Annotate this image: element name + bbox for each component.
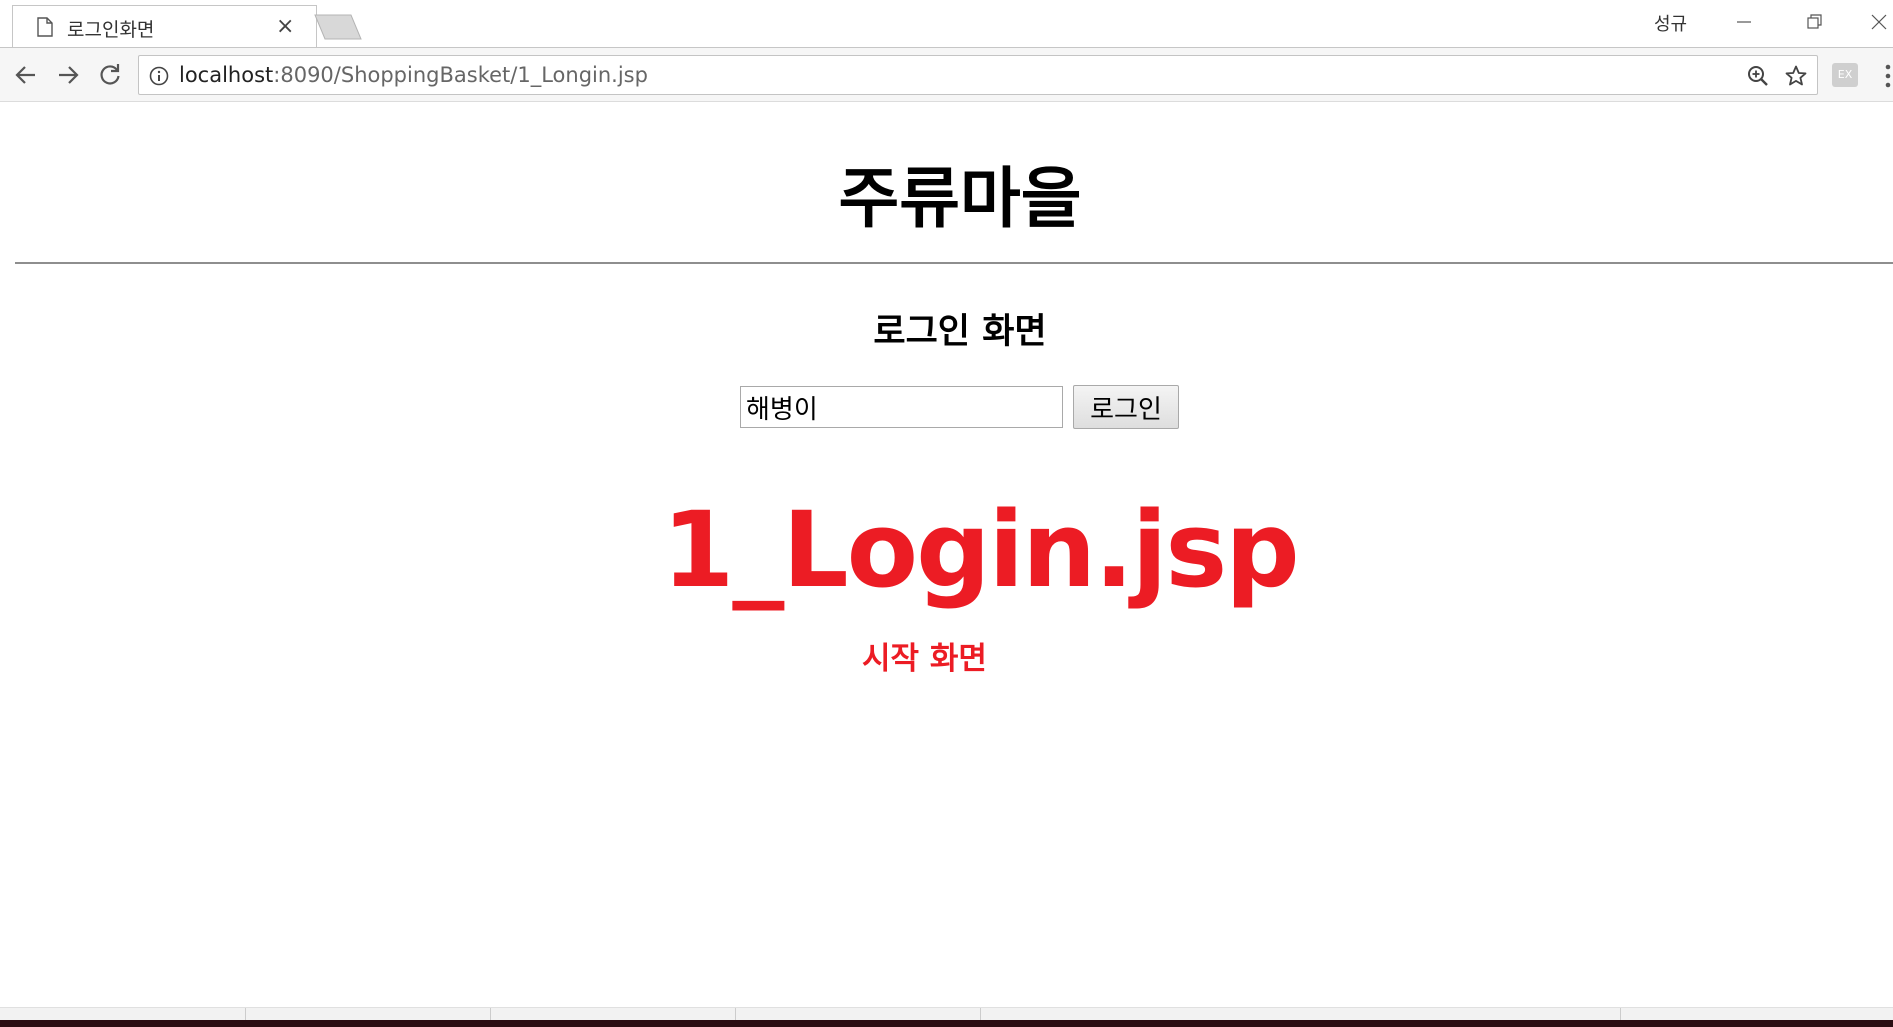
new-tab-button[interactable] <box>313 14 363 40</box>
taskbar <box>0 1007 1893 1027</box>
url-text[interactable]: localhost:8090/ShoppingBasket/1_Longin.j… <box>179 63 648 87</box>
site-title: 주류마을 <box>838 160 1082 237</box>
url-path: :8090/ShoppingBasket/1_Longin.jsp <box>273 63 648 87</box>
taskbar-divider <box>490 1008 491 1020</box>
username-input[interactable] <box>740 386 1063 428</box>
overlay-caption: 시작 화면 <box>862 641 987 677</box>
taskbar-divider <box>1620 1008 1621 1020</box>
profile-name[interactable]: 성규 <box>1654 10 1687 36</box>
forward-arrow-icon[interactable] <box>54 61 82 89</box>
back-arrow-icon[interactable] <box>12 61 40 89</box>
tab-close-icon[interactable]: × <box>276 14 294 39</box>
browser-title-bar: 로그인화면 × 성규 <box>0 0 1893 47</box>
taskbar-divider <box>245 1008 246 1020</box>
extension-icon[interactable]: EX <box>1832 63 1858 87</box>
horizontal-rule <box>15 262 1893 264</box>
page-content: 주류마을 로그인 화면 로그인 1_Login.jsp 시작 화면 <box>0 103 1893 1007</box>
bookmark-star-icon[interactable] <box>1784 64 1808 88</box>
overlay-filename: 1_Login.jsp <box>662 489 1300 611</box>
menu-dots-icon[interactable] <box>1885 63 1891 89</box>
info-icon[interactable] <box>149 66 169 86</box>
restore-icon[interactable] <box>1802 10 1826 34</box>
zoom-icon[interactable] <box>1746 64 1770 88</box>
window-close-icon[interactable] <box>1867 10 1891 34</box>
browser-tab[interactable]: 로그인화면 × <box>12 5 317 47</box>
address-bar[interactable]: localhost:8090/ShoppingBasket/1_Longin.j… <box>138 55 1818 95</box>
browser-toolbar: localhost:8090/ShoppingBasket/1_Longin.j… <box>0 47 1893 102</box>
taskbar-divider <box>980 1008 981 1020</box>
minimize-icon[interactable] <box>1732 10 1756 34</box>
tab-title: 로그인화면 <box>67 19 155 41</box>
taskbar-divider <box>735 1008 736 1020</box>
page-icon <box>37 17 53 37</box>
url-host: localhost <box>179 63 274 87</box>
login-button[interactable]: 로그인 <box>1073 385 1179 429</box>
reload-icon[interactable] <box>96 61 124 89</box>
login-heading: 로그인 화면 <box>873 312 1047 352</box>
